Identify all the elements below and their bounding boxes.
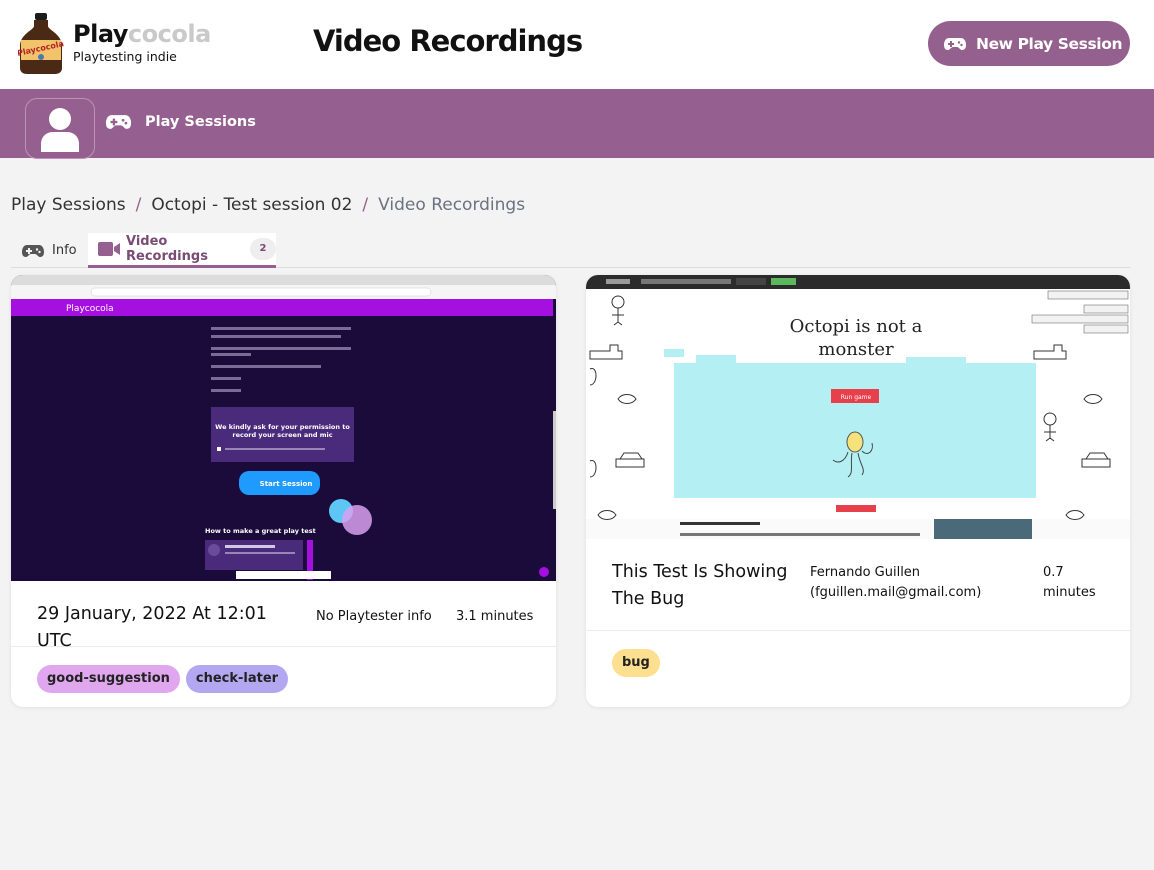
thumb-tips-title: How to make a great play test xyxy=(205,527,316,535)
breadcrumb: Play Sessions / Octopi - Test session 02… xyxy=(11,195,525,215)
recordings-count-badge: 2 xyxy=(250,238,276,260)
tag-check-later[interactable]: check-later xyxy=(185,665,289,693)
recording-duration-value: 0.7 xyxy=(1043,565,1064,580)
recording-title: 29 January, 2022 At 12:01 UTC xyxy=(37,604,267,651)
recording-duration: 0.7 minutes xyxy=(1043,563,1096,603)
video-thumbnail[interactable]: Octopi is not a monster Run game xyxy=(586,275,1130,539)
breadcrumb-play-sessions[interactable]: Play Sessions xyxy=(11,195,126,215)
thumb-game-title-line1: Octopi is not a xyxy=(790,316,923,337)
brand-tagline: Playtesting indie xyxy=(73,49,177,64)
recording-info: This Test Is Showing The Bug Fernando Gu… xyxy=(586,539,1130,631)
playtester-email: (fguillen.mail@gmail.com) xyxy=(810,585,982,600)
tab-info[interactable]: Info xyxy=(22,233,77,268)
video-thumbnail[interactable]: Playcocola We kindly ask for your permis… xyxy=(11,275,556,581)
navbar: Play Sessions xyxy=(0,89,1154,159)
nav-play-sessions[interactable]: Play Sessions xyxy=(105,114,256,130)
gamepad-icon xyxy=(22,244,44,258)
thumb-site-title: Playcocola xyxy=(66,304,114,314)
recording-info: 29 January, 2022 At 12:01 UTC No Playtes… xyxy=(11,581,556,651)
playtester-info: Fernando Guillen (fguillen.mail@gmail.co… xyxy=(810,563,981,603)
recording-duration: 3.1 minutes xyxy=(456,609,534,624)
tag-good-suggestion[interactable]: good-suggestion xyxy=(37,665,180,693)
video-camera-icon xyxy=(98,242,120,256)
brand-name-primary: Play xyxy=(73,20,128,48)
playcocola-bottle-logo[interactable]: Playcocola xyxy=(16,12,65,74)
tag-list: good-suggestion check-later xyxy=(37,665,289,693)
app-header: Playcocola Playcocola Playtesting indie … xyxy=(0,0,1154,89)
page-title: Video Recordings xyxy=(313,24,583,58)
recording-title: This Test Is Showing The Bug xyxy=(612,562,788,609)
new-play-session-button[interactable]: New Play Session xyxy=(928,21,1130,66)
recording-card[interactable]: Octopi is not a monster Run game This Te… xyxy=(586,275,1130,707)
thumb-permission-title: We kindly ask for your permission to rec… xyxy=(215,423,350,439)
gamepad-icon xyxy=(944,37,966,51)
breadcrumb-current: Video Recordings xyxy=(378,195,526,215)
playtester-info: No Playtester info xyxy=(316,609,432,624)
playtester-name: Fernando Guillen xyxy=(810,565,921,580)
tab-info-label: Info xyxy=(52,243,77,258)
brand-name-secondary: cocola xyxy=(127,20,211,48)
tab-video-recordings[interactable]: Video Recordings 2 xyxy=(88,233,276,268)
recording-card[interactable]: Playcocola We kindly ask for your permis… xyxy=(11,275,556,707)
tag-bug[interactable]: bug xyxy=(612,649,660,677)
thumb-run-button: Run game xyxy=(841,394,872,401)
thumb-game-title-line2: monster xyxy=(818,339,894,360)
brand-name: Playcocola xyxy=(73,20,211,48)
breadcrumb-session[interactable]: Octopi - Test session 02 xyxy=(151,195,352,215)
breadcrumb-separator: / xyxy=(135,195,142,215)
tag-list: bug xyxy=(612,649,660,677)
user-icon xyxy=(41,107,79,152)
nav-play-sessions-label: Play Sessions xyxy=(145,114,256,130)
session-tabs: Info Video Recordings 2 xyxy=(11,233,1130,268)
recording-duration-unit: minutes xyxy=(1043,585,1096,600)
new-play-session-label: New Play Session xyxy=(976,34,1123,53)
thumb-start-button: Start Session xyxy=(260,480,313,488)
gamepad-icon xyxy=(105,114,132,130)
brand: Playcocola Playtesting indie xyxy=(73,20,211,64)
user-avatar[interactable] xyxy=(25,98,95,159)
tab-video-recordings-label: Video Recordings xyxy=(126,234,208,264)
breadcrumb-separator: / xyxy=(362,195,369,215)
